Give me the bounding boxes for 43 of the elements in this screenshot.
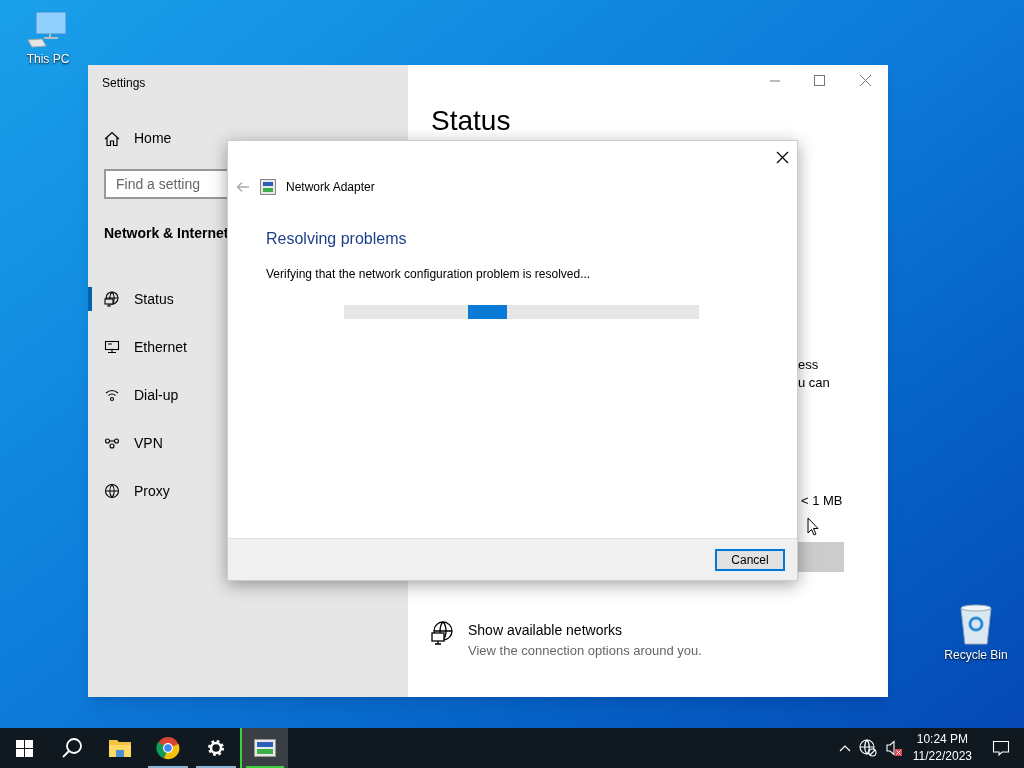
window-title: Settings bbox=[102, 75, 146, 92]
network-adapter-icon bbox=[260, 179, 276, 195]
volume-muted-icon[interactable] bbox=[884, 739, 903, 757]
phone-signal-icon bbox=[104, 387, 120, 403]
nav-item[interactable]: Dial-up bbox=[134, 384, 179, 406]
globe-monitor-icon bbox=[430, 620, 456, 646]
taskbar-button[interactable] bbox=[240, 728, 288, 768]
nav-item[interactable]: Status bbox=[134, 288, 174, 310]
clock-date: 11/22/2023 bbox=[912, 748, 972, 765]
search-icon bbox=[61, 737, 83, 759]
network-adapter-icon bbox=[254, 739, 276, 757]
text-fragment: ess bbox=[798, 356, 819, 374]
monitor-icon bbox=[104, 339, 120, 355]
status-message: Verifying that the network configuration problem is resolved... bbox=[266, 266, 591, 283]
option-description: View the connection options around you. bbox=[468, 642, 702, 660]
globe-icon bbox=[104, 483, 120, 499]
nav-item[interactable]: Ethernet bbox=[134, 336, 187, 358]
windows-logo-icon bbox=[15, 739, 33, 757]
section-heading: Network & Internet bbox=[104, 224, 229, 243]
computer-icon bbox=[26, 10, 70, 50]
nav-item[interactable]: VPN bbox=[134, 432, 163, 454]
text-fragment: < 1 MB bbox=[801, 492, 843, 510]
page-heading: Status bbox=[431, 105, 511, 137]
gear-icon bbox=[206, 738, 226, 758]
vpn-icon bbox=[104, 435, 120, 451]
nav-item[interactable]: Proxy bbox=[134, 480, 170, 502]
text-fragment: u can bbox=[798, 374, 830, 392]
globe-monitor-icon bbox=[104, 291, 120, 307]
cancel-button[interactable]: Cancel bbox=[715, 548, 785, 571]
mouse-cursor-icon bbox=[807, 517, 819, 536]
notification-icon[interactable] bbox=[992, 739, 1010, 757]
folder-icon bbox=[108, 738, 132, 758]
clock[interactable]: 10:24 PM 11/22/2023 bbox=[912, 731, 972, 765]
home-icon bbox=[104, 130, 120, 147]
option-link[interactable]: Show available networks bbox=[468, 620, 702, 641]
browser-icon bbox=[156, 736, 180, 760]
chevron-up-icon[interactable] bbox=[838, 744, 851, 752]
dialog-heading: Resolving problems bbox=[266, 229, 407, 249]
clock-time: 10:24 PM bbox=[916, 731, 969, 748]
network-status-icon[interactable] bbox=[858, 739, 877, 757]
home-link[interactable]: Home bbox=[134, 128, 172, 149]
icon-label[interactable]: Recycle Bin bbox=[944, 646, 1008, 664]
recycle-bin-icon bbox=[957, 602, 995, 646]
